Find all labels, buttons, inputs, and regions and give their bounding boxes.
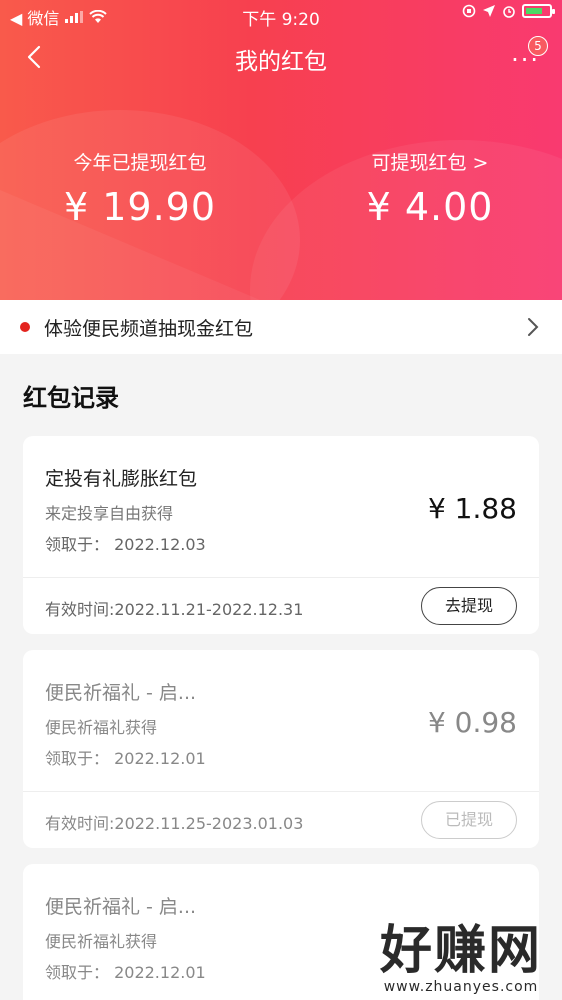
watermark-logo-text: 好赚网 — [379, 921, 542, 981]
battery-icon — [522, 4, 555, 18]
records-title: 红包记录 — [23, 384, 119, 412]
status-bar: ◀ 微信 下午 9:20 — [0, 0, 562, 30]
available-label[interactable]: 可提现红包 > — [330, 148, 530, 175]
promo-banner[interactable]: 体验便民频道抽现金红包 — [0, 300, 562, 354]
watermark-url: www.zhuanyes.com — [383, 979, 539, 995]
record-card: 定投有礼膨胀红包 来定投享自由获得 领取于： 2022.12.03 ¥ 1.88… — [23, 436, 539, 634]
record-valid-period: 有效时间:2022.11.25-2023.01.03 — [45, 814, 304, 833]
chevron-right-icon — [528, 318, 539, 336]
header-hero: ◀ 微信 下午 9:20 我的红包 ··· 5 今年已提现红包 ¥ 19.90 … — [0, 0, 562, 300]
record-source: 便民祈福礼获得 — [45, 932, 158, 951]
record-source: 来定投享自由获得 — [45, 504, 174, 523]
record-name: 便民祈福礼 - 启... — [45, 896, 197, 918]
record-amount: ¥ 0.98 — [427, 706, 517, 739]
withdraw-button[interactable]: 去提现 — [421, 587, 517, 625]
red-dot-icon — [20, 322, 30, 332]
divider — [23, 791, 539, 792]
nav-bar: 我的红包 ··· 5 — [0, 34, 562, 80]
withdrawn-amount: ¥ 19.90 — [63, 185, 217, 229]
available-amount: ¥ 4.00 — [366, 185, 494, 229]
record-name: 定投有礼膨胀红包 — [45, 468, 198, 490]
notification-badge: 5 — [528, 36, 548, 56]
page-title: 我的红包 — [235, 49, 327, 75]
record-date: 领取于： 2022.12.01 — [45, 749, 206, 768]
record-source: 便民祈福礼获得 — [45, 718, 158, 737]
record-valid-period: 有效时间:2022.11.21-2022.12.31 — [45, 600, 304, 619]
withdrawn-status-button: 已提现 — [421, 801, 517, 839]
record-card: 便民祈福礼 - 启... 便民祈福礼获得 领取于： 2022.12.01 ¥ 0… — [23, 650, 539, 848]
banner-text: 体验便民频道抽现金红包 — [44, 317, 254, 340]
withdrawn-label: 今年已提现红包 — [73, 152, 207, 174]
available-summary[interactable]: 可提现红包 > ¥ 4.00 — [330, 148, 530, 229]
record-name: 便民祈福礼 - 启... — [45, 682, 197, 704]
divider — [23, 577, 539, 578]
location-icon — [483, 5, 495, 17]
withdrawn-summary: 今年已提现红包 ¥ 19.90 — [40, 148, 240, 229]
site-watermark: 好赚网 www.zhuanyes.com — [380, 908, 542, 995]
record-amount: ¥ 1.88 — [427, 492, 517, 525]
alarm-icon — [503, 6, 515, 18]
record-date: 领取于： 2022.12.01 — [45, 963, 206, 982]
orientation-lock-icon — [462, 4, 476, 18]
record-date: 领取于： 2022.12.03 — [45, 535, 206, 554]
